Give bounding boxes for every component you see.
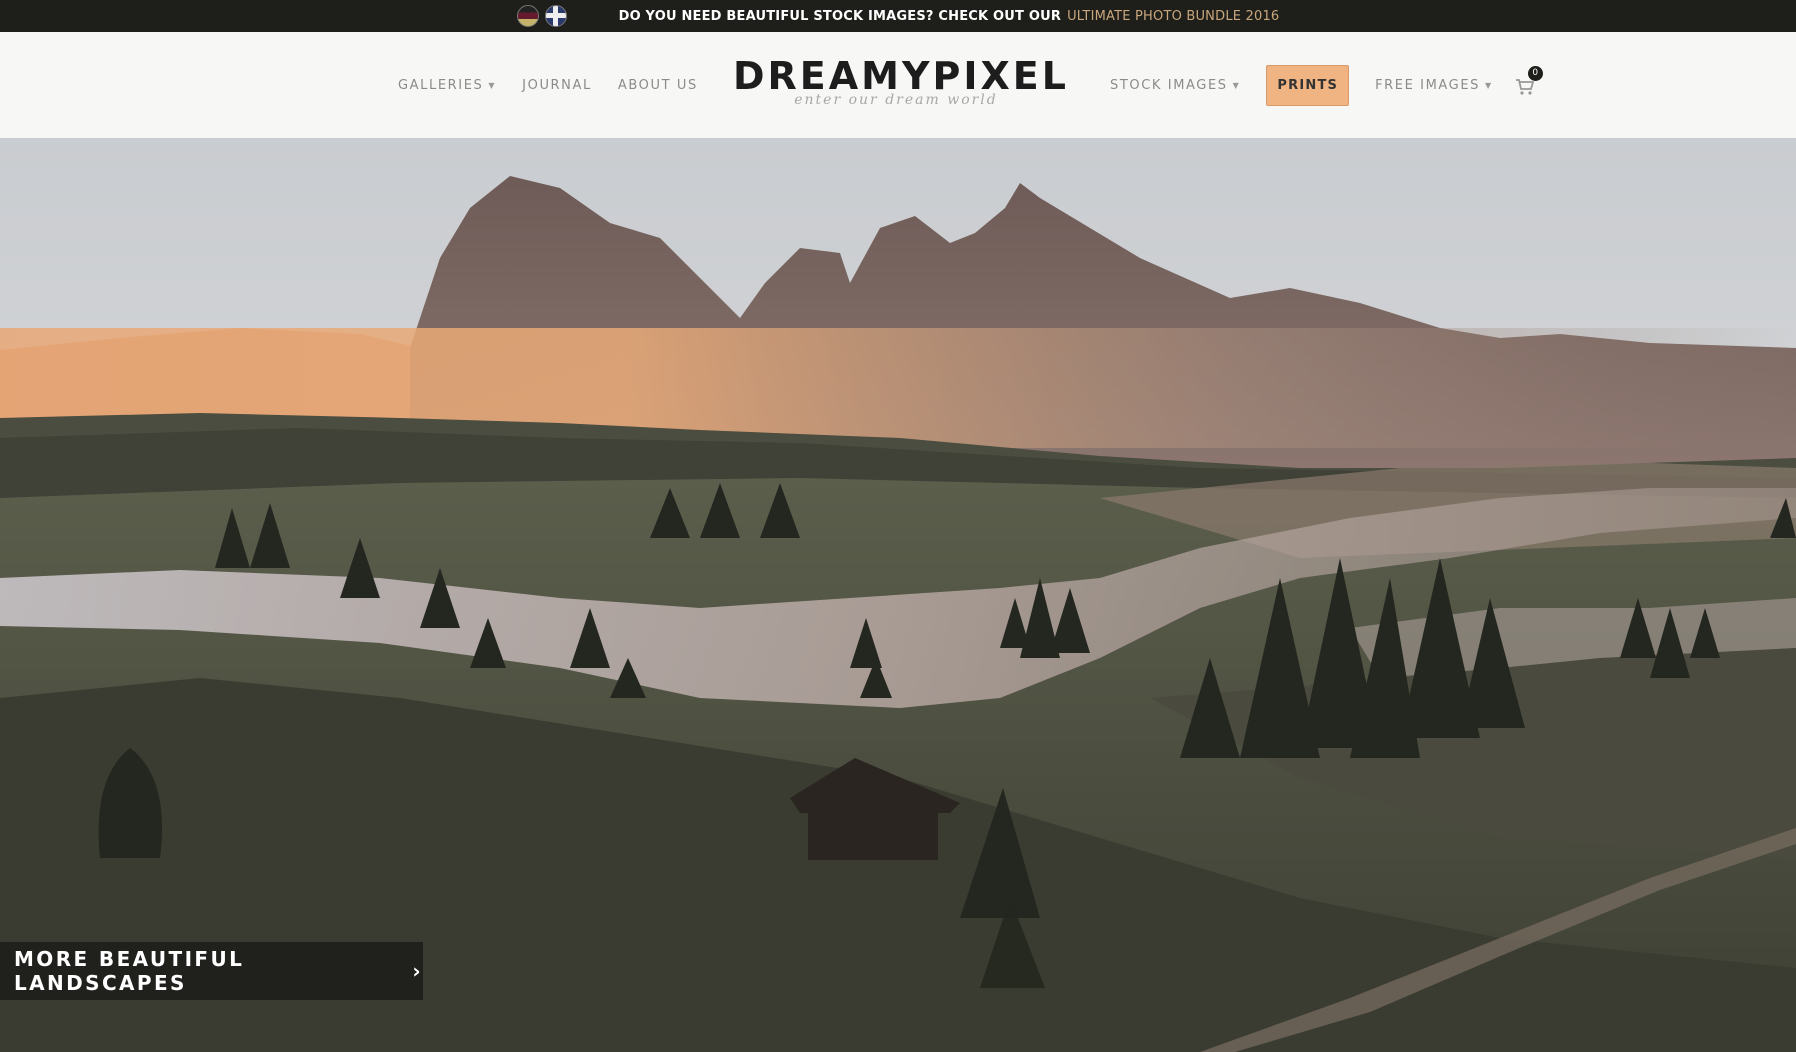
chevron-down-icon: ▼ — [1485, 80, 1493, 90]
site-logo[interactable]: DREAMYPIXEL enter our dream world — [733, 54, 1069, 108]
nav-left: GALLERIES ▼ JOURNAL ABOUT US — [398, 32, 698, 138]
cart-button[interactable]: 0 — [1515, 66, 1543, 98]
site-header: GALLERIES ▼ JOURNAL ABOUT US DREAMYPIXEL… — [0, 32, 1796, 138]
nav-about-us-label: ABOUT US — [617, 77, 698, 93]
nav-journal[interactable]: JOURNAL — [522, 78, 592, 93]
chevron-down-icon: ▼ — [488, 80, 497, 90]
logo-title: DREAMYPIXEL — [733, 54, 1069, 98]
nav-galleries-label: GALLERIES — [398, 77, 484, 93]
promo-text: DO YOU NEED BEAUTIFUL STOCK IMAGES? CHEC… — [618, 8, 1062, 24]
uk-flag-icon[interactable] — [544, 5, 567, 27]
nav-journal-label: JOURNAL — [522, 77, 592, 93]
prints-button[interactable]: PRINTS — [1266, 64, 1350, 106]
nav-free-images-label: FREE IMAGES — [1375, 77, 1481, 93]
german-flag-icon[interactable] — [516, 5, 539, 27]
nav-galleries[interactable]: GALLERIES ▼ — [398, 78, 496, 93]
nav-free-images[interactable]: FREE IMAGES ▼ — [1375, 78, 1493, 93]
language-switcher — [516, 5, 567, 27]
cta-label: MORE BEAUTIFUL LANDSCAPES — [14, 947, 245, 995]
promo-link[interactable]: ULTIMATE PHOTO BUNDLE 2016 — [1067, 9, 1279, 24]
chevron-down-icon: ▼ — [1232, 80, 1241, 90]
more-landscapes-button[interactable]: MORE BEAUTIFUL LANDSCAPES › — [0, 942, 423, 1000]
nav-about-us[interactable]: ABOUT US — [618, 78, 698, 93]
cart-count-badge: 0 — [1527, 66, 1543, 81]
nav-stock-images[interactable]: STOCK IMAGES ▼ — [1110, 78, 1240, 93]
landscape-photo — [0, 138, 1796, 1052]
hero-image: MORE BEAUTIFUL LANDSCAPES › — [0, 138, 1796, 1052]
chevron-right-icon: › — [412, 959, 423, 983]
nav-stock-images-label: STOCK IMAGES — [1110, 77, 1228, 93]
promo-bar: DO YOU NEED BEAUTIFUL STOCK IMAGES? CHEC… — [0, 0, 1796, 32]
nav-right: STOCK IMAGES ▼ PRINTS FREE IMAGES ▼ 0 — [1110, 32, 1543, 138]
page: DO YOU NEED BEAUTIFUL STOCK IMAGES? CHEC… — [0, 0, 1796, 1052]
cart-icon — [1515, 79, 1534, 95]
